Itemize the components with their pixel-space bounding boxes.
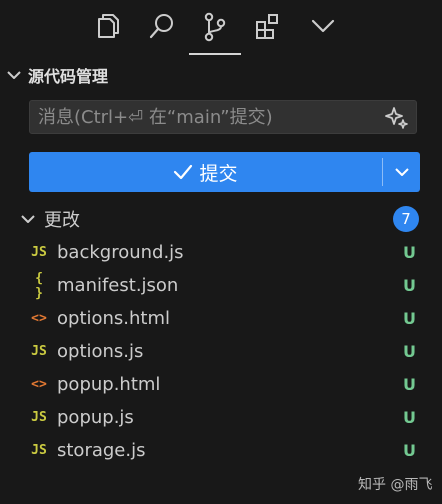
commit-button-label: 提交 (199, 162, 238, 185)
file-row[interactable]: JS options.js U (0, 335, 442, 368)
changes-group-header[interactable]: 更改 7 (0, 205, 442, 233)
chevron-down-icon (311, 19, 335, 33)
view-switcher (0, 0, 442, 58)
js-file-icon: JS (31, 344, 47, 359)
file-status-untracked: U (403, 441, 416, 460)
js-file-icon: JS (31, 443, 47, 458)
source-control-icon (204, 12, 226, 42)
extensions-button[interactable] (246, 12, 290, 54)
commit-message-box[interactable] (29, 100, 417, 134)
source-control-panel: 源代码管理 提交 更改 7 JS background.js U (0, 0, 442, 504)
explorer-button[interactable] (87, 12, 131, 54)
file-status-untracked: U (403, 408, 416, 427)
file-status-untracked: U (403, 243, 416, 262)
search-button[interactable] (140, 12, 184, 54)
check-icon (174, 164, 193, 180)
file-name: popup.js (57, 407, 134, 428)
file-name: storage.js (57, 440, 146, 461)
file-row[interactable]: JS popup.js U (0, 401, 442, 434)
file-name: popup.html (57, 374, 161, 395)
chevron-down-icon (7, 71, 21, 79)
file-row[interactable]: <> popup.html U (0, 368, 442, 401)
watermark: 知乎 @雨飞 (358, 477, 433, 493)
html-file-icon: <> (31, 311, 47, 326)
json-file-icon: { } (35, 270, 43, 301)
changes-count-badge: 7 (393, 206, 419, 232)
source-control-section-header[interactable]: 源代码管理 (0, 62, 442, 88)
section-title: 源代码管理 (28, 67, 109, 86)
commit-button[interactable]: 提交 (29, 152, 382, 192)
file-row[interactable]: { } manifest.json U (0, 269, 442, 302)
files-icon (98, 14, 119, 38)
file-status-untracked: U (403, 375, 416, 394)
commit-options-button[interactable] (383, 152, 420, 192)
file-row[interactable]: <> options.html U (0, 302, 442, 335)
file-name: manifest.json (57, 275, 179, 296)
more-views-button[interactable] (301, 12, 345, 54)
file-name: background.js (57, 242, 184, 263)
file-row[interactable]: JS storage.js U (0, 434, 442, 467)
file-status-untracked: U (403, 276, 416, 295)
commit-message-input[interactable] (38, 101, 378, 133)
chevron-down-icon (394, 168, 409, 176)
sparkle-icon[interactable] (384, 106, 408, 130)
file-status-untracked: U (403, 342, 416, 361)
source-control-button[interactable] (189, 12, 241, 55)
file-status-untracked: U (403, 309, 416, 328)
extensions-icon (256, 14, 278, 39)
changes-label: 更改 (44, 210, 80, 231)
js-file-icon: JS (31, 245, 47, 260)
file-row[interactable]: JS background.js U (0, 236, 442, 269)
file-name: options.js (57, 341, 144, 362)
js-file-icon: JS (31, 410, 47, 425)
html-file-icon: <> (31, 377, 47, 392)
chevron-down-icon (21, 215, 35, 223)
search-icon (149, 14, 173, 39)
changed-files-list: JS background.js U { } manifest.json U <> optio… (0, 236, 442, 467)
file-name: options.html (57, 308, 171, 329)
commit-button-group: 提交 (29, 152, 420, 192)
